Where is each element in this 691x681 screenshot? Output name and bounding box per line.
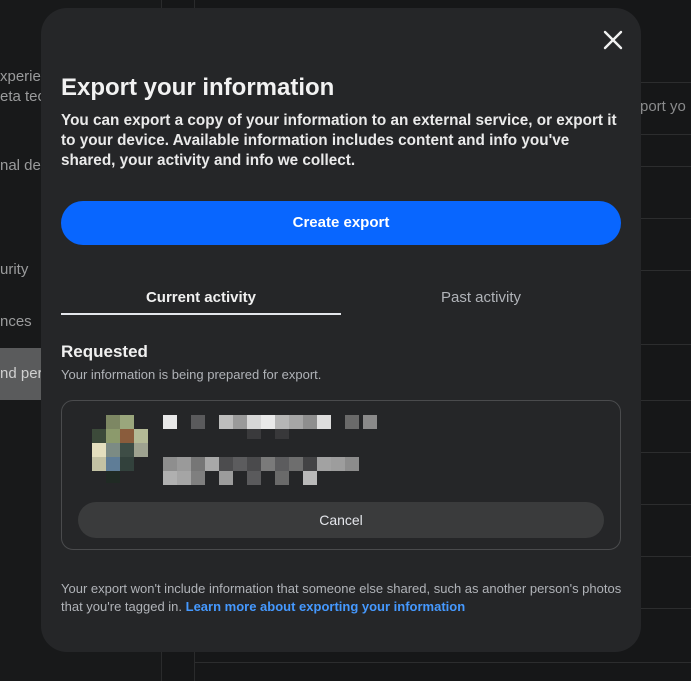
bg-right-text: port yo	[640, 98, 686, 115]
export-information-dialog: Export your information You can export a…	[41, 8, 641, 652]
create-export-button[interactable]: Create export	[61, 201, 621, 245]
close-button[interactable]	[599, 26, 627, 54]
requested-heading: Requested	[61, 342, 148, 361]
close-icon	[603, 30, 623, 50]
export-disclaimer: Your export won't include information th…	[61, 580, 627, 616]
export-request-card: Cancel	[61, 400, 621, 550]
cancel-export-button[interactable]: Cancel	[78, 502, 604, 538]
tab-current-activity[interactable]: Current activity	[61, 280, 341, 316]
bg-divider	[195, 662, 691, 663]
learn-more-link[interactable]: Learn more about exporting your informat…	[186, 599, 466, 614]
requested-subtitle: Your information is being prepared for e…	[61, 367, 322, 382]
redacted-export-details	[92, 415, 377, 485]
dialog-description: You can export a copy of your informatio…	[61, 112, 617, 169]
tab-past-activity[interactable]: Past activity	[341, 280, 621, 316]
dialog-title: Export your information	[61, 74, 335, 101]
tab-selected-indicator	[61, 313, 341, 315]
